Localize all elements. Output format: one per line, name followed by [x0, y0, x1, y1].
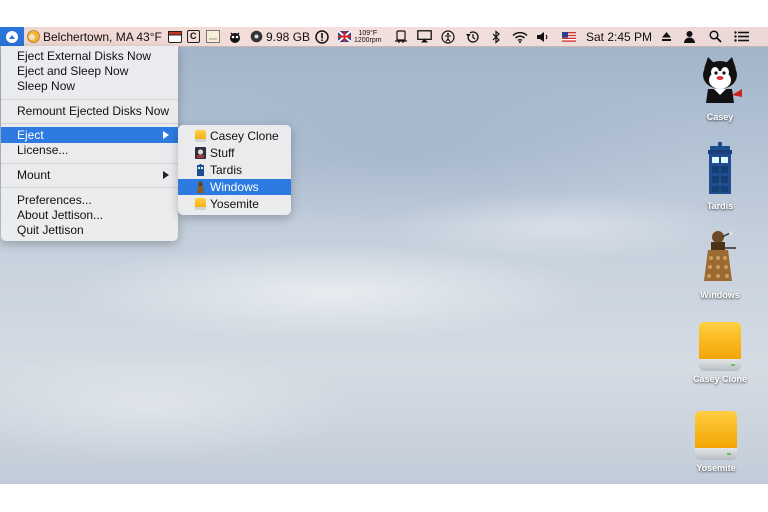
- disk-usage-item[interactable]: 9.98 GB: [250, 27, 310, 46]
- drive-icon: [695, 411, 737, 461]
- tardis-icon: [195, 164, 206, 176]
- desktop-icon-label: Tardis: [706, 201, 734, 211]
- menu-item-label: Eject: [17, 128, 44, 142]
- menu-item-label: License...: [17, 143, 69, 157]
- menu-item-eject-external-disks[interactable]: Eject External Disks Now: [1, 48, 178, 64]
- submenu-item-tardis[interactable]: Tardis: [178, 162, 291, 178]
- submenu-item-stuff[interactable]: Stuff: [178, 145, 291, 161]
- drive-icon: [699, 322, 741, 372]
- menu-item-label: Preferences...: [17, 193, 92, 207]
- menu-item-label: About Jettison...: [17, 208, 104, 222]
- menu-item-eject-and-sleep[interactable]: Eject and Sleep Now: [1, 63, 178, 79]
- desktop-icon-label: Casey: [706, 112, 734, 122]
- submenu-item-label: Stuff: [210, 146, 235, 160]
- temperature-text: 109°F: [358, 29, 378, 37]
- spotlight-icon[interactable]: [709, 27, 722, 46]
- wifi-icon[interactable]: [512, 27, 528, 46]
- disk-free-text: 9.98 GB: [266, 29, 311, 44]
- sensor-icon[interactable]: [394, 27, 408, 46]
- airplay-icon[interactable]: [417, 27, 432, 46]
- monster-icon[interactable]: [228, 27, 242, 46]
- tardis-icon: [708, 142, 732, 194]
- c-icon[interactable]: C: [187, 27, 200, 46]
- weather-icon: [27, 30, 40, 43]
- submenu-item-yosemite[interactable]: Yosemite: [178, 196, 291, 212]
- menu-item-about[interactable]: About Jettison...: [1, 207, 178, 223]
- flag-icon[interactable]: [338, 27, 351, 46]
- accessibility-icon[interactable]: [441, 27, 455, 46]
- menu-item-remount[interactable]: Remount Ejected Disks Now: [1, 103, 178, 119]
- disk-icon: [250, 30, 263, 43]
- us-flag-icon[interactable]: [562, 27, 576, 46]
- submenu-arrow-icon: [163, 131, 169, 139]
- submenu-arrow-icon: [163, 171, 169, 179]
- cat-icon: [703, 57, 742, 103]
- submenu-item-label: Casey Clone: [210, 129, 279, 143]
- menu-item-label: Sleep Now: [17, 79, 76, 93]
- temperature-fan-readout[interactable]: 109°F 1200rpm: [354, 27, 382, 46]
- menu-item-label: Remount Ejected Disks Now: [17, 104, 170, 118]
- drive-icon: [195, 130, 206, 142]
- menu-bar: Belchertown, MA 43°F C 9.98 GB 109°F 120…: [0, 27, 768, 47]
- desktop-icon-casey-clone[interactable]: Casey Clone: [675, 322, 765, 384]
- submenu-item-windows[interactable]: Windows: [178, 179, 291, 195]
- menu-item-label: Eject External Disks Now: [17, 49, 152, 63]
- submenu-item-label: Windows: [210, 180, 259, 194]
- desktop-icon-tardis[interactable]: Tardis: [675, 142, 765, 211]
- weather-text: Belchertown, MA 43°F: [43, 29, 162, 44]
- menu-item-license[interactable]: License...: [1, 142, 178, 158]
- drive-icon: [195, 198, 206, 210]
- desktop-icon-casey[interactable]: Casey: [675, 55, 765, 122]
- desktop-icon-label: Casey Clone: [692, 374, 748, 384]
- menu-separator: [1, 163, 178, 164]
- dalek-icon: [704, 231, 736, 281]
- menu-item-label: Quit Jettison: [17, 223, 84, 237]
- menu-item-label: Eject and Sleep Now: [17, 64, 129, 78]
- menu-item-preferences[interactable]: Preferences...: [1, 192, 178, 208]
- eject-icon[interactable]: [661, 27, 672, 46]
- fan-speed-text: 1200rpm: [354, 36, 382, 44]
- notepad-icon[interactable]: [206, 27, 220, 46]
- menu-item-mount[interactable]: Mount: [1, 167, 178, 183]
- submenu-item-label: Tardis: [210, 163, 243, 177]
- info-icon[interactable]: [315, 27, 329, 46]
- menu-item-label: Mount: [17, 168, 51, 182]
- user-icon[interactable]: [683, 27, 696, 46]
- menu-separator: [1, 123, 178, 124]
- menu-item-eject[interactable]: Eject: [1, 127, 178, 143]
- menu-item-sleep-now[interactable]: Sleep Now: [1, 78, 178, 94]
- jettison-icon[interactable]: [0, 27, 24, 46]
- bluetooth-icon[interactable]: [490, 27, 502, 46]
- desktop-icon-label: Windows: [700, 290, 740, 300]
- submenu-item-casey-clone[interactable]: Casey Clone: [178, 128, 291, 144]
- menu-item-quit[interactable]: Quit Jettison: [1, 222, 178, 238]
- desktop-icon-yosemite[interactable]: Yosemite: [671, 411, 761, 473]
- submenu-item-label: Yosemite: [210, 197, 259, 211]
- weather-item[interactable]: Belchertown, MA 43°F: [27, 27, 162, 46]
- stuff-icon: [195, 147, 206, 159]
- dalek-icon: [195, 181, 206, 193]
- menu-separator: [1, 99, 178, 100]
- calendar-icon[interactable]: [168, 27, 182, 46]
- jettison-menu: Eject External Disks Now Eject and Sleep…: [1, 46, 178, 241]
- desktop-icon-windows[interactable]: Windows: [675, 231, 765, 300]
- menu-separator: [1, 187, 178, 188]
- time-machine-icon[interactable]: [465, 27, 480, 46]
- desktop-icon-label: Yosemite: [696, 463, 736, 473]
- volume-icon[interactable]: [536, 27, 550, 46]
- eject-submenu: Casey Clone Stuff Tardis Windows Yosemit…: [178, 125, 291, 215]
- c-label: C: [187, 30, 200, 43]
- notification-center-icon[interactable]: [734, 27, 750, 46]
- clock[interactable]: Sat 2:45 PM: [586, 27, 652, 46]
